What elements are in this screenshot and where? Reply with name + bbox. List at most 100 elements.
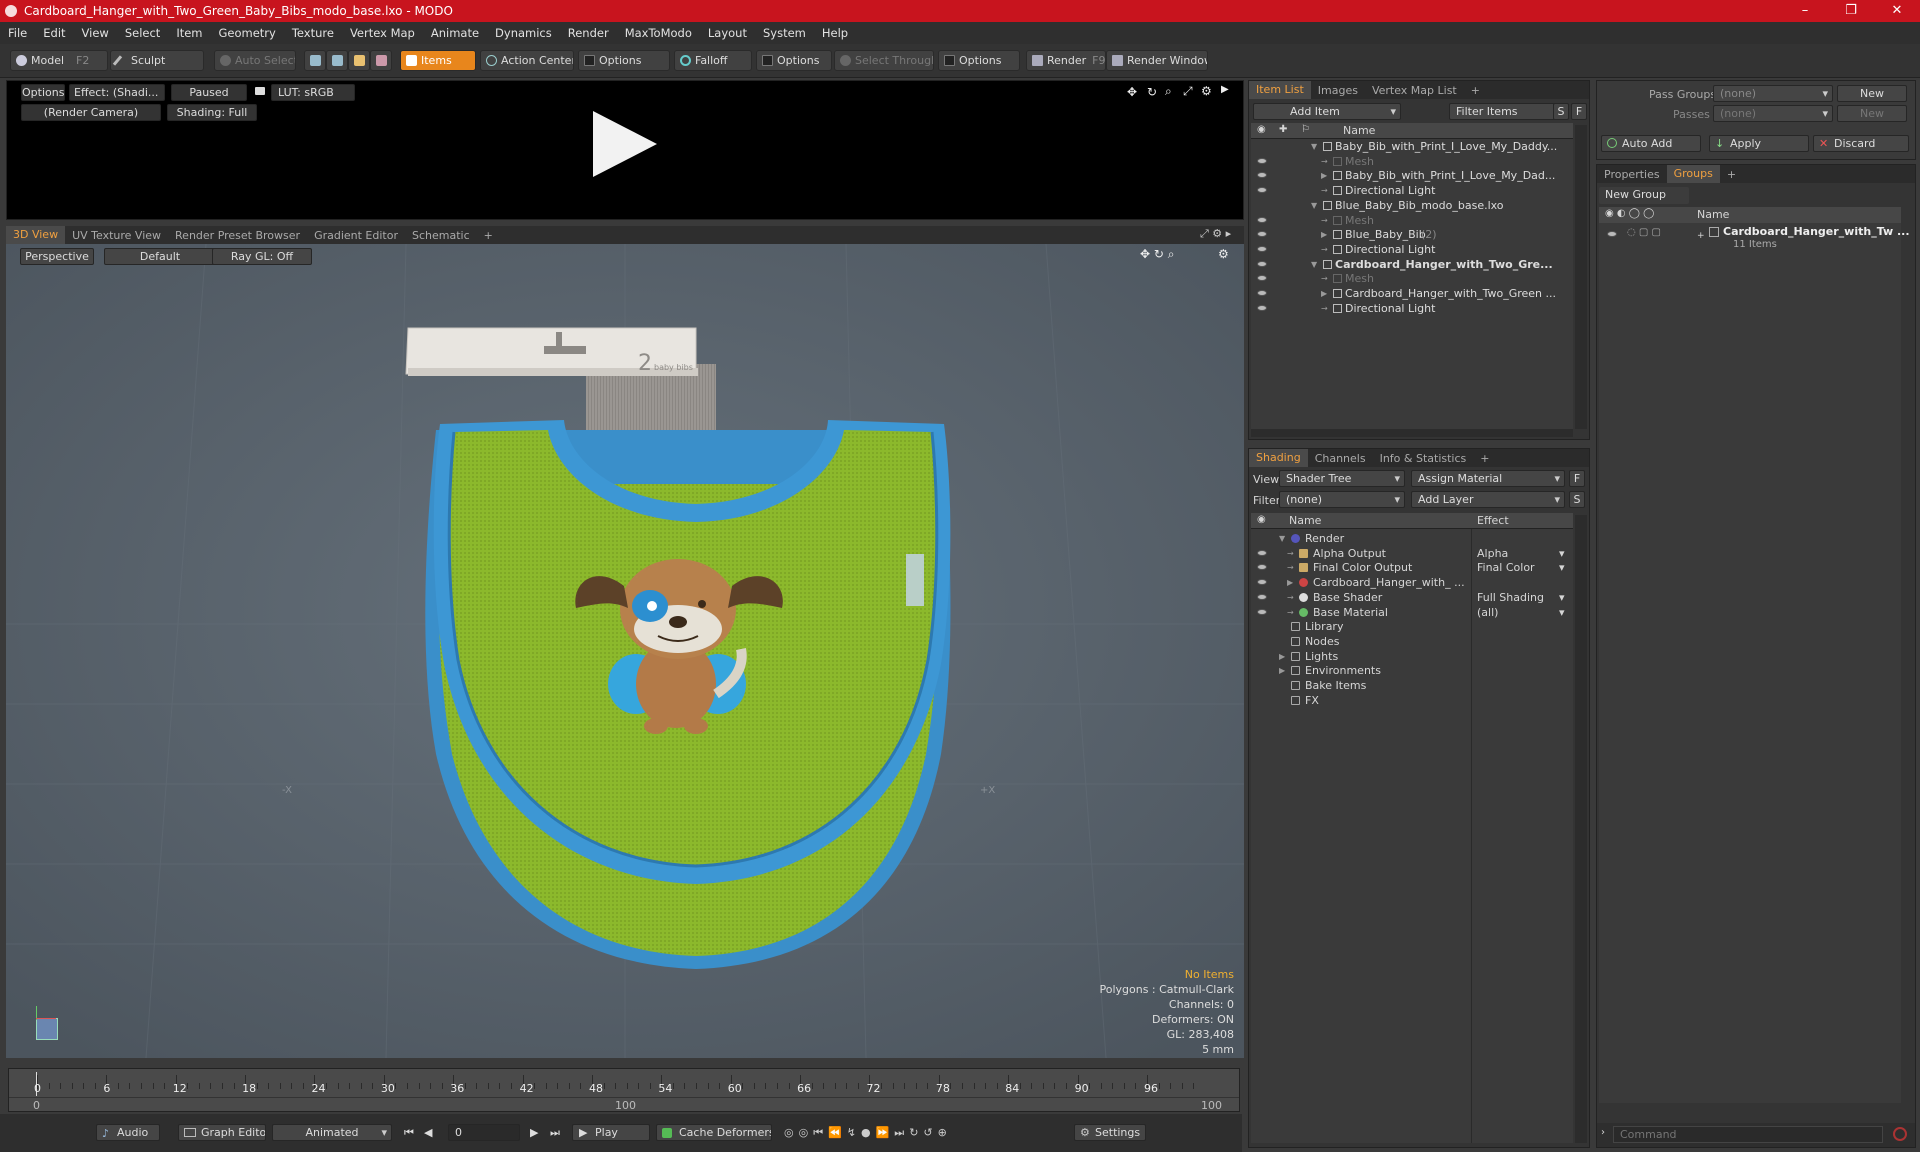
- zoom-icon[interactable]: ⌕: [1165, 84, 1172, 99]
- tab-add[interactable]: +: [477, 229, 500, 242]
- tab-3d-view[interactable]: 3D View: [6, 226, 66, 244]
- minimize-button[interactable]: –: [1782, 0, 1828, 22]
- shader-tree-row[interactable]: → Base Material (all) ▾: [1251, 605, 1573, 620]
- shader-effect-dropdown[interactable]: (all): [1477, 605, 1569, 620]
- passes-dropdown[interactable]: (none): [1713, 105, 1833, 122]
- visibility-eye-icon[interactable]: [1257, 260, 1267, 267]
- item-list-row[interactable]: → Directional Light: [1251, 242, 1573, 257]
- select-through-button[interactable]: Select Through: [834, 50, 934, 71]
- shader-effect-dropdown[interactable]: Alpha: [1477, 546, 1569, 561]
- menu-geometry[interactable]: Geometry: [211, 26, 284, 40]
- add-layer-dropdown[interactable]: Add Layer: [1411, 491, 1565, 508]
- vertices-mode-button[interactable]: [304, 50, 326, 71]
- item-list-hscrollbar[interactable]: [1251, 429, 1573, 437]
- menu-file[interactable]: File: [0, 26, 35, 40]
- tab-render-preset-browser[interactable]: Render Preset Browser: [168, 229, 307, 242]
- item-list-scrollbar[interactable]: [1575, 125, 1587, 429]
- 3d-viewport[interactable]: Perspective Default Ray GL: Off ✥ ↻ ⌕ ⚙ …: [6, 244, 1244, 1058]
- item-list-row[interactable]: ▶ Baby_Bib_with_Print_I_Love_My_Dad...: [1251, 168, 1573, 183]
- visibility-eye-icon[interactable]: [1257, 216, 1267, 223]
- item-list-row[interactable]: → Directional Light: [1251, 183, 1573, 198]
- shader-effect-dropdown[interactable]: Final Color: [1477, 560, 1569, 575]
- menu-item[interactable]: Item: [168, 26, 210, 40]
- auto-add-button[interactable]: Auto Add: [1601, 135, 1701, 152]
- command-history-icon[interactable]: [1893, 1127, 1907, 1141]
- menu-edit[interactable]: Edit: [35, 26, 73, 40]
- viewport-nav-icons[interactable]: ✥ ↻ ⌕: [1140, 247, 1174, 262]
- item-list-s-button[interactable]: S: [1553, 103, 1569, 120]
- shader-eye-icon[interactable]: [1257, 608, 1267, 615]
- expand-arrow-icon[interactable]: ▶: [1287, 575, 1293, 590]
- menu-help[interactable]: Help: [814, 26, 856, 40]
- new-pass-button[interactable]: New: [1837, 105, 1907, 122]
- tab-images[interactable]: Images: [1311, 84, 1365, 97]
- item-list-row[interactable]: ▶ Blue_Baby_Bib (2): [1251, 227, 1573, 242]
- tab-uv-texture-view[interactable]: UV Texture View: [65, 229, 168, 242]
- visibility-eye-icon[interactable]: [1257, 231, 1267, 238]
- item-list-row[interactable]: → Mesh: [1251, 154, 1573, 169]
- menu-texture[interactable]: Texture: [284, 26, 342, 40]
- falloff-options-button[interactable]: Options: [756, 50, 832, 71]
- play-button[interactable]: ▶ Play: [572, 1124, 650, 1141]
- menu-maxtomodo[interactable]: MaxToModo: [617, 26, 700, 40]
- menu-vertex-map[interactable]: Vertex Map: [342, 26, 423, 40]
- item-list-row[interactable]: → Mesh: [1251, 213, 1573, 228]
- item-list-row[interactable]: ▼ Baby_Bib_with_Print_I_Love_My_Daddy...: [1251, 139, 1573, 154]
- audio-button[interactable]: ♪ Audio: [96, 1124, 160, 1141]
- shader-tree-row[interactable]: FX: [1251, 693, 1573, 708]
- new-pass-group-button[interactable]: New: [1837, 85, 1907, 102]
- maximize-button[interactable]: ❐: [1828, 0, 1874, 22]
- shader-tree-scrollbar[interactable]: [1575, 515, 1587, 1143]
- expand-arrow-icon[interactable]: ▼: [1311, 139, 1317, 154]
- render-button[interactable]: Render F9: [1026, 50, 1106, 71]
- tab-item-list[interactable]: Item List: [1249, 81, 1311, 99]
- shader-eye-icon[interactable]: [1257, 564, 1267, 571]
- shader-tree-row[interactable]: → Base Shader Full Shading ▾: [1251, 590, 1573, 605]
- tab-add[interactable]: +: [1464, 84, 1487, 97]
- add-item-dropdown[interactable]: Add Item: [1253, 103, 1401, 120]
- cache-deformers-button[interactable]: Cache Deformers: [656, 1124, 772, 1141]
- menu-render[interactable]: Render: [560, 26, 617, 40]
- new-group-button[interactable]: New Group: [1599, 187, 1689, 204]
- polygons-mode-button[interactable]: [348, 50, 370, 71]
- discard-button[interactable]: ✕ Discard: [1813, 135, 1909, 152]
- shader-effect-dropdown[interactable]: Full Shading: [1477, 590, 1569, 605]
- tab-shading[interactable]: Shading: [1249, 449, 1308, 467]
- menu-system[interactable]: System: [755, 26, 814, 40]
- select-through-options-button[interactable]: Options: [938, 50, 1020, 71]
- group-eye-icon[interactable]: [1607, 231, 1617, 237]
- item-list-row[interactable]: → Mesh: [1251, 271, 1573, 286]
- items-mode-button[interactable]: Items: [400, 50, 476, 71]
- menu-animate[interactable]: Animate: [423, 26, 487, 40]
- visibility-eye-icon[interactable]: [1257, 275, 1267, 282]
- move-icon[interactable]: ✥: [1127, 85, 1137, 99]
- visibility-eye-icon[interactable]: [1257, 290, 1267, 296]
- auto-select-button[interactable]: Auto Select: [214, 50, 296, 71]
- preview-options-button[interactable]: Options: [21, 84, 65, 101]
- filter-dropdown[interactable]: (none): [1279, 491, 1405, 508]
- menu-view[interactable]: View: [74, 26, 117, 40]
- shader-tree-row[interactable]: ▼ Render: [1251, 531, 1573, 546]
- edges-mode-button[interactable]: [326, 50, 348, 71]
- play-preview-icon[interactable]: [593, 111, 657, 177]
- shader-eye-icon[interactable]: [1257, 549, 1267, 556]
- tab-properties[interactable]: Properties: [1597, 168, 1667, 181]
- visibility-eye-icon[interactable]: [1257, 304, 1267, 311]
- lut-dropdown[interactable]: LUT: sRGB: [271, 84, 355, 101]
- expand-arrow-icon[interactable]: ▼: [1279, 531, 1285, 546]
- item-list-row[interactable]: → Directional Light: [1251, 301, 1573, 316]
- shading-f-button[interactable]: F: [1569, 470, 1585, 487]
- item-list-row[interactable]: ▼ Blue_Baby_Bib_modo_base.lxo: [1251, 198, 1573, 213]
- shader-eye-icon[interactable]: [1257, 593, 1267, 600]
- shader-tree-row[interactable]: Nodes: [1251, 634, 1573, 649]
- visibility-eye-icon[interactable]: [1257, 187, 1267, 194]
- menu-layout[interactable]: Layout: [700, 26, 755, 40]
- expand-viewport-icon[interactable]: ⤢ ⚙ ▸: [1200, 227, 1231, 241]
- tab-add[interactable]: +: [1720, 168, 1743, 181]
- group-row[interactable]: ◌ ▢ ▢ + Cardboard_Hanger_with_Tw ... 11 …: [1599, 225, 1910, 255]
- group-expand-icon[interactable]: +: [1697, 231, 1705, 241]
- shader-tree-row[interactable]: → Final Color Output Final Color ▾: [1251, 560, 1573, 575]
- tab-vertex-map-list[interactable]: Vertex Map List: [1365, 84, 1464, 97]
- settings-button[interactable]: ⚙ Settings: [1074, 1124, 1146, 1141]
- chevron-right-icon[interactable]: ▶: [1221, 84, 1229, 95]
